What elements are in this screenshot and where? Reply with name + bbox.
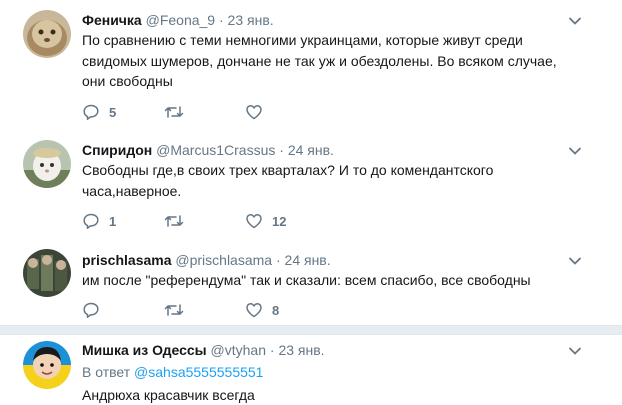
tweet-header: Мишка из Одессы @vtyhan · 23 янв. [82, 341, 325, 359]
reply-count: 1 [109, 213, 117, 229]
like-button[interactable] [245, 103, 272, 121]
tweet-date[interactable]: 24 янв. [288, 142, 334, 158]
tweet-3[interactable]: prischlasama @prischlasama · 24 янв. им … [0, 240, 622, 325]
retweet-icon [164, 304, 184, 316]
like-button[interactable]: 12 [245, 212, 286, 230]
tweet-date[interactable]: 24 янв. [285, 252, 331, 268]
reply-icon [83, 302, 99, 318]
reply-handle-link[interactable]: @sahsa5555555551 [134, 364, 263, 380]
tweet-date[interactable]: 23 янв. [228, 12, 274, 28]
thread-divider [0, 325, 622, 335]
tweet-header: Феничка @Feona_9 · 23 янв. [82, 11, 274, 29]
reply-context: В ответ @sahsa5555555551 [82, 362, 263, 382]
separator: · [275, 252, 281, 268]
like-count: 12 [272, 213, 287, 229]
retweet-icon [164, 106, 184, 118]
chevron-down-icon[interactable] [568, 14, 582, 28]
like-count: 8 [272, 302, 280, 318]
retweet-button[interactable] [164, 301, 193, 319]
reply-prefix: В ответ [82, 364, 131, 380]
retweet-button[interactable] [164, 103, 193, 121]
user-handle[interactable]: @Marcus1Crassus [156, 142, 275, 158]
like-icon [246, 303, 262, 318]
reply-button[interactable]: 1 [82, 212, 116, 230]
tweet-4[interactable]: Мишка из Одессы @vtyhan · 23 янв. В отве… [0, 335, 622, 405]
retweet-button[interactable] [164, 212, 193, 230]
reply-button[interactable] [82, 301, 109, 319]
display-name[interactable]: Феничка [82, 12, 142, 28]
display-name[interactable]: Спиридон [82, 142, 152, 158]
reply-count: 5 [109, 104, 117, 120]
display-name[interactable]: prischlasama [82, 252, 172, 268]
tweet-2[interactable]: Спиридон @Marcus1Crassus · 24 янв. Свобо… [0, 130, 622, 230]
like-icon [246, 105, 262, 120]
reply-icon [83, 104, 99, 120]
avatar[interactable] [23, 249, 71, 297]
retweet-icon [164, 215, 184, 227]
display-name[interactable]: Мишка из Одессы [82, 342, 207, 358]
tweet-text: Андрюха красавчик всегда [82, 387, 255, 403]
like-button[interactable]: 8 [245, 301, 279, 319]
avatar[interactable] [23, 341, 71, 389]
reply-button[interactable]: 5 [82, 103, 116, 121]
separator: · [218, 12, 224, 28]
reply-icon [83, 213, 99, 229]
tweet-header: Спиридон @Marcus1Crassus · 24 янв. [82, 141, 334, 159]
tweet-1[interactable]: Феничка @Feona_9 · 23 янв. По сравнению … [0, 0, 622, 130]
user-handle[interactable]: @vtyhan [211, 342, 266, 358]
user-handle[interactable]: @prischlasama [175, 252, 272, 268]
chevron-down-icon[interactable] [568, 254, 582, 268]
user-handle[interactable]: @Feona_9 [146, 12, 215, 28]
like-icon [246, 214, 262, 229]
separator: · [279, 142, 284, 158]
chevron-down-icon[interactable] [568, 344, 582, 358]
tweet-header: prischlasama @prischlasama · 24 янв. [82, 251, 331, 269]
tweet-text: По сравнению с теми немногими украинцами… [82, 32, 557, 89]
chevron-down-icon[interactable] [568, 144, 582, 158]
tweet-text: им после "референдума" так и сказали: вс… [82, 272, 531, 288]
avatar[interactable] [23, 10, 71, 58]
separator: · [269, 342, 275, 358]
tweet-date[interactable]: 23 янв. [278, 342, 324, 358]
avatar[interactable] [23, 140, 71, 188]
tweet-text: Свободны где,в своих трех кварталах? И т… [82, 162, 494, 199]
